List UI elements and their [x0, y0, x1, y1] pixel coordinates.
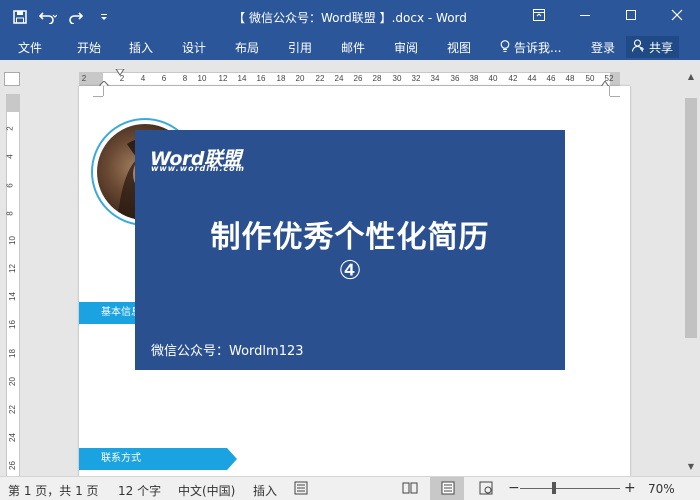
ruler-tick: 2 — [81, 74, 87, 83]
tab-layout[interactable]: 布局 — [235, 39, 259, 56]
tab-review[interactable]: 审阅 — [394, 39, 418, 56]
ruler-tick: 48 — [565, 74, 575, 83]
ruler-tick: 4 — [5, 154, 15, 159]
crop-mark — [103, 86, 104, 96]
ruler-tick: 6 — [161, 74, 167, 83]
ruler-tick: 20 — [295, 74, 305, 83]
sign-in-link[interactable]: 登录 — [591, 39, 615, 56]
ruler-tick: 8 — [5, 211, 15, 216]
zoom-out-icon[interactable]: − — [508, 480, 520, 496]
ruler-tick: 6 — [5, 183, 15, 188]
print-layout-icon[interactable] — [440, 481, 456, 495]
vertical-ruler[interactable]: 2 4 6 8 10 12 14 16 18 20 22 24 26 — [6, 94, 20, 476]
ruler-tick: 2 — [5, 126, 15, 131]
section-contact[interactable]: 联系方式 — [79, 448, 237, 470]
ruler-tick: 26 — [353, 74, 363, 83]
scroll-down-icon[interactable]: ▼ — [682, 458, 700, 474]
crop-mark — [610, 96, 620, 97]
ruler-tick: 22 — [7, 405, 17, 414]
ruler-tick: 42 — [508, 74, 518, 83]
minimize-icon[interactable] — [562, 0, 608, 30]
crop-mark — [93, 96, 103, 97]
ruler-tick: 22 — [315, 74, 325, 83]
zoom-level[interactable]: 70% — [648, 482, 675, 496]
ribbon-display-icon[interactable] — [516, 0, 562, 30]
ruler-tick: 16 — [7, 320, 17, 329]
title-card: Word联盟 www.wordlm.com 制作优秀个性化简历 ④ 微信公众号：… — [135, 130, 565, 370]
maximize-icon[interactable] — [608, 0, 654, 30]
tab-view[interactable]: 视图 — [447, 39, 471, 56]
ruler-tick: 18 — [7, 349, 17, 358]
ruler-tick: 10 — [197, 74, 207, 83]
tab-design[interactable]: 设计 — [182, 39, 206, 56]
person-icon — [631, 39, 645, 55]
ruler-tick: 38 — [469, 74, 479, 83]
ruler-tick: 44 — [527, 74, 537, 83]
ruler-tick: 34 — [430, 74, 440, 83]
ruler-tick: 18 — [276, 74, 286, 83]
ruler-tick: 28 — [372, 74, 382, 83]
tell-me-label: 告诉我... — [514, 41, 562, 55]
card-footer: 微信公众号：Wordlm123 — [151, 344, 304, 359]
status-bar: 第 1 页，共 1 页 12 个字 中文(中国) 插入 − + 70% — [0, 476, 700, 500]
ruler-tick: 24 — [334, 74, 344, 83]
top-margin-shade — [7, 94, 19, 112]
crop-mark — [609, 86, 610, 96]
ruler-tick: 26 — [7, 461, 17, 470]
ruler-tick: 20 — [7, 377, 17, 386]
ruler-tick: 30 — [392, 74, 402, 83]
ruler-tick: 10 — [7, 236, 17, 245]
tab-file[interactable]: 文件 — [18, 39, 42, 56]
tab-references[interactable]: 引用 — [288, 39, 312, 56]
zoom-slider[interactable] — [520, 488, 620, 489]
tell-me-search[interactable]: 告诉我... — [500, 39, 561, 56]
ruler-tick: 12 — [218, 74, 228, 83]
ruler-tick: 12 — [7, 264, 17, 273]
share-button[interactable]: 共享 — [626, 36, 680, 58]
tab-home[interactable]: 开始 — [77, 39, 101, 56]
ruler-tick: 8 — [182, 74, 188, 83]
ruler-tick: 16 — [256, 74, 266, 83]
ruler-tick: 40 — [488, 74, 498, 83]
first-line-indent-marker[interactable] — [115, 69, 125, 77]
web-layout-icon[interactable] — [478, 481, 494, 495]
ruler-tick: 14 — [7, 292, 17, 301]
tab-selector[interactable] — [4, 72, 20, 86]
tab-mailings[interactable]: 邮件 — [341, 39, 365, 56]
zoom-slider-thumb[interactable] — [552, 482, 556, 494]
macro-record-icon[interactable] — [293, 481, 309, 495]
card-number: ④ — [338, 256, 362, 286]
close-icon[interactable] — [654, 0, 700, 30]
page-count[interactable]: 第 1 页，共 1 页 — [8, 482, 99, 499]
word-count[interactable]: 12 个字 — [118, 482, 161, 499]
zoom-in-icon[interactable]: + — [624, 480, 636, 496]
card-title: 制作优秀个性化简历 — [210, 220, 490, 255]
ruler-tick: 32 — [411, 74, 421, 83]
brand-url: www.wordlm.com — [151, 164, 245, 173]
scroll-up-icon[interactable]: ▲ — [682, 68, 700, 84]
tab-insert[interactable]: 插入 — [129, 39, 153, 56]
read-mode-icon[interactable] — [402, 481, 418, 495]
ruler-tick: 46 — [546, 74, 556, 83]
ruler-tick: 24 — [7, 433, 17, 442]
vertical-scrollbar[interactable]: ▲ ▼ — [682, 60, 700, 476]
scroll-thumb[interactable] — [685, 98, 697, 338]
ruler-tick: 4 — [140, 74, 146, 83]
insert-mode[interactable]: 插入 — [253, 482, 277, 499]
horizontal-ruler[interactable]: 2 2 4 6 8 10 12 14 16 18 20 22 24 26 28 … — [79, 69, 620, 91]
ruler-tick: 14 — [237, 74, 247, 83]
ribbon-tabs: 文件 开始 插入 设计 布局 引用 邮件 审阅 视图 告诉我... 登录 共享 — [0, 34, 700, 60]
share-label: 共享 — [649, 40, 674, 55]
ruler-tick: 50 — [585, 74, 595, 83]
title-bar: 【 微信公众号：Word联盟 】.docx - Word — [0, 0, 700, 34]
language-indicator[interactable]: 中文(中国) — [178, 482, 235, 499]
ruler-tick: 36 — [450, 74, 460, 83]
window-controls — [516, 0, 700, 30]
lightbulb-icon — [500, 39, 510, 56]
